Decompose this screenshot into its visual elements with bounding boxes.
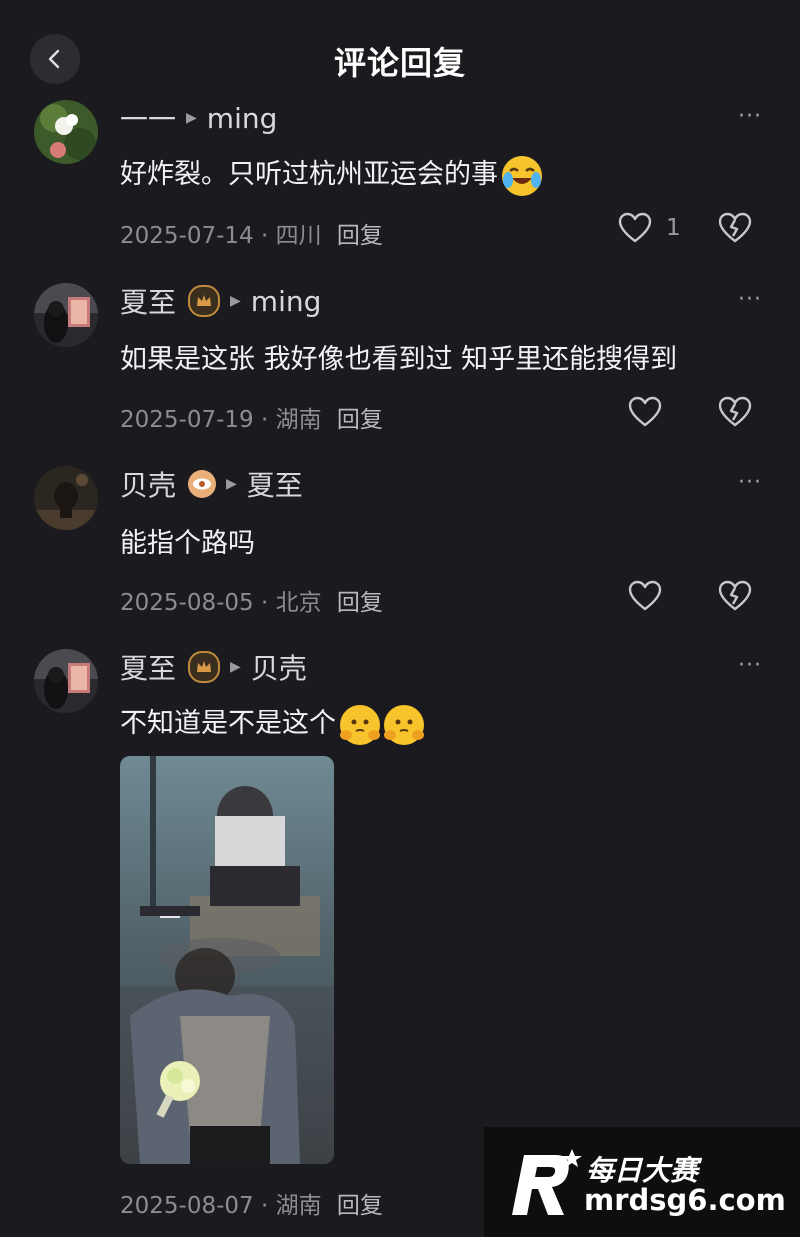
- comment-header: 夏至 ▶ 贝壳: [120, 647, 307, 687]
- reply-button[interactable]: 回复: [337, 223, 383, 249]
- comment-meta: 2025-07-14 · 四川 回复: [120, 216, 383, 250]
- avatar[interactable]: [34, 466, 98, 530]
- comment-meta: 2025-08-05 · 北京 回复: [120, 583, 383, 617]
- comment-image[interactable]: [120, 756, 334, 1164]
- like-button[interactable]: [628, 396, 662, 428]
- crying-laughing-emoji-icon: [502, 155, 542, 196]
- more-options-button[interactable]: ···: [738, 653, 762, 678]
- comment-location: 北京: [275, 590, 322, 616]
- page-title: 评论回复: [333, 44, 466, 82]
- more-options-button[interactable]: ···: [738, 104, 762, 129]
- comment-date: 2025-07-19: [120, 407, 254, 433]
- reply-to-name[interactable]: 贝壳: [251, 647, 307, 687]
- reply-button[interactable]: 回复: [337, 407, 383, 433]
- watermark-logo-icon: [512, 1149, 582, 1215]
- comment-date: 2025-08-05: [120, 590, 254, 616]
- watermark: 每日大赛 mrdsg6.com: [484, 1127, 800, 1237]
- avatar[interactable]: [34, 283, 98, 347]
- comment-header: 贝壳 ▶ 夏至: [120, 464, 303, 504]
- more-options-button[interactable]: ···: [738, 287, 762, 312]
- comment-location: 四川: [275, 223, 322, 249]
- crown-badge-icon: [188, 651, 221, 683]
- comment-text: 能指个路吗: [120, 528, 255, 559]
- eye-badge-icon: [188, 470, 217, 498]
- reply-to-name[interactable]: ming: [251, 285, 322, 318]
- reply-button[interactable]: 回复: [337, 1193, 383, 1219]
- comment-header: 一一 ▶ ming: [120, 98, 277, 138]
- like-button[interactable]: [628, 580, 662, 612]
- comment-text-row: 好炸裂。只听过杭州亚运会的事: [120, 152, 542, 196]
- dislike-button[interactable]: [718, 212, 752, 248]
- like-button[interactable]: 1: [618, 212, 681, 244]
- author-name[interactable]: 一一: [120, 98, 176, 138]
- heart-icon: [628, 396, 662, 427]
- comment-header: 夏至 ▶ ming: [120, 281, 321, 321]
- reply-to-name[interactable]: 夏至: [247, 464, 303, 504]
- shy-face-emoji-icon: [340, 704, 380, 745]
- dislike-button[interactable]: [718, 396, 752, 432]
- comment-text: 好炸裂。只听过杭州亚运会的事: [120, 159, 498, 190]
- author-name[interactable]: 夏至: [120, 647, 176, 687]
- author-name[interactable]: 贝壳: [120, 464, 176, 504]
- reply-arrow-icon: ▶: [230, 659, 241, 675]
- watermark-url: mrdsg6.com: [584, 1183, 786, 1217]
- comment-text-row: 不知道是不是这个: [120, 701, 424, 745]
- avatar[interactable]: [34, 649, 98, 713]
- broken-heart-icon: [718, 212, 752, 243]
- more-options-button[interactable]: ···: [738, 470, 762, 495]
- heart-icon: [628, 580, 662, 611]
- reply-arrow-icon: ▶: [230, 293, 241, 309]
- separator-dot: ·: [260, 590, 269, 616]
- dislike-button[interactable]: [718, 580, 752, 616]
- reply-arrow-icon: ▶: [186, 110, 197, 126]
- separator-dot: ·: [260, 1193, 269, 1219]
- broken-heart-icon: [718, 396, 752, 427]
- comment-meta: 2025-07-19 · 湖南 回复: [120, 400, 383, 434]
- comment-meta: 2025-08-07 · 湖南 回复: [120, 1186, 383, 1220]
- header-bar: 评论回复: [0, 0, 800, 112]
- comment-location: 湖南: [275, 407, 322, 433]
- reply-arrow-icon: ▶: [226, 476, 237, 492]
- separator-dot: ·: [260, 407, 269, 433]
- comment-date: 2025-08-07: [120, 1193, 254, 1219]
- author-name[interactable]: 夏至: [120, 281, 176, 321]
- broken-heart-icon: [718, 580, 752, 611]
- reply-button[interactable]: 回复: [337, 590, 383, 616]
- heart-icon: [618, 212, 652, 243]
- reply-to-name[interactable]: ming: [207, 102, 278, 135]
- separator-dot: ·: [260, 223, 269, 249]
- avatar[interactable]: [34, 100, 98, 164]
- like-count: 1: [666, 215, 681, 241]
- comment-date: 2025-07-14: [120, 223, 254, 249]
- shy-face-emoji-icon: [384, 704, 424, 745]
- crown-badge-icon: [188, 285, 221, 317]
- comment-location: 湖南: [275, 1193, 322, 1219]
- comment-text: 不知道是不是这个: [120, 708, 336, 739]
- comment-text: 如果是这张 我好像也看到过 知乎里还能搜得到: [120, 344, 678, 375]
